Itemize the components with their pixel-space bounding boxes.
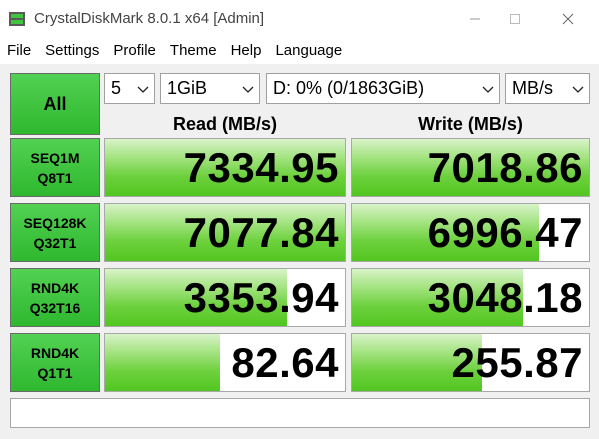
window-title: CrystalDiskMark 8.0.1 x64 [Admin] [34,10,265,27]
read-value: 3353.94 [183,274,339,321]
write-result-cell: 3048.18 [351,268,590,327]
test-name: SEQ128K [23,214,87,231]
write-result-cell: 6996.47 [351,203,590,262]
chevron-down-icon [572,86,584,93]
write-value: 7018.86 [427,144,583,191]
unit-value: MB/s [512,78,554,98]
test-name: RND4K [30,279,80,296]
read-result-cell: 3353.94 [104,268,346,327]
read-result-cell: 7077.84 [104,203,346,262]
test-queue: Q8T1 [37,169,73,186]
read-result-cell: 7334.95 [104,138,346,197]
menu-bar: File Settings Profile Theme Help Languag… [0,38,599,64]
all-button[interactable]: All [10,73,100,135]
test-count-value: 5 [111,78,122,98]
drive-select[interactable]: D: 0% (0/1863GiB) [266,73,500,104]
test-size-select[interactable]: 1GiB [160,73,260,104]
maximize-button[interactable] [492,0,538,38]
test-size-value: 1GiB [167,78,208,98]
close-icon [562,13,574,25]
read-value: 7334.95 [183,144,339,191]
unit-select[interactable]: MB/s [505,73,590,104]
drive-value: D: 0% (0/1863GiB) [273,78,425,98]
write-value: 255.87 [451,339,583,386]
test-button-rnd4k-q1t1[interactable]: RND4K Q1T1 [10,333,100,392]
test-queue: Q1T1 [37,364,73,381]
menu-file[interactable]: File [0,38,38,64]
write-result-cell: 7018.86 [351,138,590,197]
menu-help[interactable]: Help [224,38,269,64]
chevron-down-icon [242,86,254,93]
write-value: 6996.47 [427,209,583,256]
menu-language[interactable]: Language [268,38,349,64]
test-count-select[interactable]: 5 [104,73,155,104]
read-bar [105,334,221,391]
menu-profile[interactable]: Profile [106,38,163,64]
test-button-rnd4k-q32t16[interactable]: RND4K Q32T16 [10,268,100,327]
menu-settings[interactable]: Settings [38,38,106,64]
minimize-icon [470,18,480,20]
test-name: RND4K [30,344,80,361]
title-bar: CrystalDiskMark 8.0.1 x64 [Admin] [0,0,599,38]
write-value: 3048.18 [427,274,583,321]
test-button-seq1m-q8t1[interactable]: SEQ1M Q8T1 [10,138,100,197]
read-value: 7077.84 [183,209,339,256]
chevron-down-icon [482,86,494,93]
comment-field[interactable] [10,398,590,428]
read-result-cell: 82.64 [104,333,346,392]
close-button[interactable] [545,0,591,38]
menu-theme[interactable]: Theme [163,38,224,64]
app-icon [9,12,25,26]
test-name: SEQ1M [30,149,80,166]
read-column-header: Read (MB/s) [172,114,277,134]
maximize-icon [510,14,520,24]
test-queue: Q32T1 [33,234,77,251]
write-result-cell: 255.87 [351,333,590,392]
chevron-down-icon [137,86,149,93]
write-column-header: Write (MB/s) [418,114,523,134]
test-button-seq128k-q32t1[interactable]: SEQ128K Q32T1 [10,203,100,262]
read-value: 82.64 [231,339,339,386]
test-queue: Q32T16 [29,299,81,316]
